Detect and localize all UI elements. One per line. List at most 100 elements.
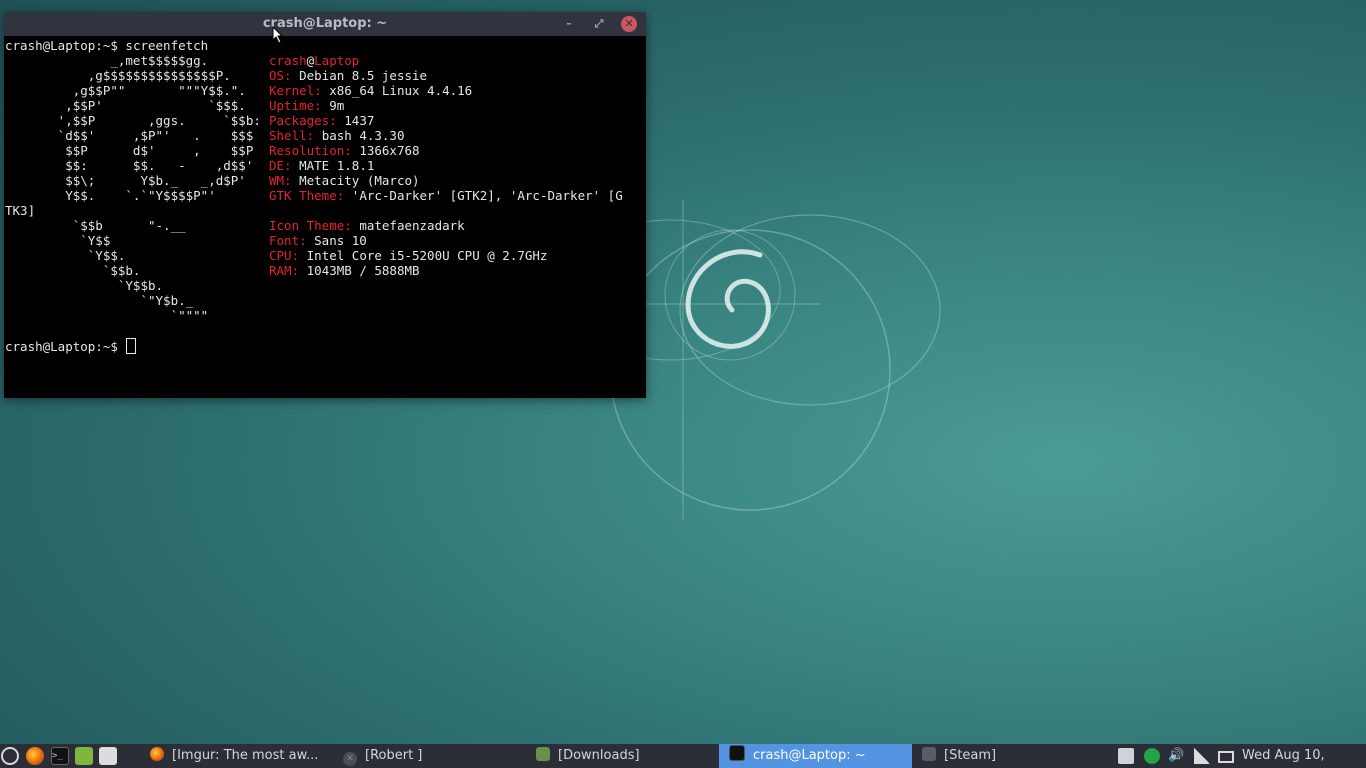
minimize-button[interactable]: –	[561, 16, 577, 32]
logo-line: `$$b.	[5, 263, 141, 278]
firefox-icon	[150, 747, 164, 761]
info-value: Intel Core i5-5200U CPU @ 2.7GHz	[306, 248, 548, 263]
logo-line: $$: $$. - ,d$$'	[5, 158, 254, 173]
info-value: matefaenzadark	[359, 218, 465, 233]
taskbar: >_ [Imgur: The most aw... ✕ [Robert ] [Do…	[0, 744, 1366, 768]
task-label: crash@Laptop: ~	[753, 748, 866, 763]
info-label: Shell:	[269, 128, 322, 143]
info-value: 1043MB / 5888MB	[306, 263, 420, 278]
logo-line: `$$b "-.__	[5, 218, 186, 233]
terminal-window[interactable]: crash@Laptop: ~ – ⤢ ✕ crash@Laptop:~$ sc…	[4, 12, 646, 398]
window-icon	[922, 747, 936, 761]
info-uptime: Uptime: 9m	[269, 98, 344, 113]
logo-line: $$\; Y$b._ _,d$P'	[5, 173, 246, 188]
current-prompt-line[interactable]: crash@Laptop:~$	[5, 338, 137, 354]
logo-line: ,g$$$$$$$$$$$$$$$P.	[5, 68, 231, 83]
prompt: crash@Laptop:~$	[5, 38, 126, 53]
info-value: 9m	[329, 98, 345, 113]
info-label: OS:	[269, 68, 300, 83]
logo-line: ',$$P ,ggs. `$$b:	[5, 113, 261, 128]
info-kernel: Kernel: x86_64 Linux 4.4.16	[269, 83, 472, 98]
logo-line: `"Y$b._	[5, 293, 194, 308]
info-value: Debian 8.5 jessie	[299, 68, 428, 83]
info-label: GTK Theme:	[269, 188, 352, 203]
info-label: Font:	[269, 233, 315, 248]
logo-line: `Y$$.	[5, 248, 126, 263]
menu-icon[interactable]	[1, 747, 19, 765]
desktop[interactable]: crash@Laptop: ~ – ⤢ ✕ crash@Laptop:~$ sc…	[0, 0, 1366, 768]
terminal-body[interactable]: crash@Laptop:~$ screenfetch _,met$$$$$gg…	[4, 38, 646, 398]
file-manager-launcher-icon[interactable]	[99, 747, 117, 765]
info-de: DE: MATE 1.8.1	[269, 158, 374, 173]
clock[interactable]: Wed Aug 10, 11:47	[1242, 744, 1366, 768]
info-value: bash 4.3.30	[321, 128, 405, 143]
info-shell: Shell: bash 4.3.30	[269, 128, 404, 143]
prompt: crash@Laptop:~$	[5, 339, 126, 354]
signal-icon[interactable]	[1194, 748, 1210, 764]
info-label: Packages:	[269, 113, 345, 128]
command: screenfetch	[125, 38, 209, 53]
info-label: Resolution:	[269, 143, 360, 158]
maximize-button[interactable]: ⤢	[591, 16, 607, 32]
info-resolution: Resolution: 1366x768	[269, 143, 420, 158]
info-value: Sans 10	[314, 233, 367, 248]
logo-line: Y$$. `.`"Y$$$$P"'	[5, 188, 216, 203]
info-cpu: CPU: Intel Core i5-5200U CPU @ 2.7GHz	[269, 248, 547, 263]
folder-icon	[536, 747, 550, 761]
user-host: crash@Laptop	[269, 53, 359, 68]
volume-icon[interactable]: 🔊	[1168, 748, 1184, 764]
chat-icon: ✕	[343, 752, 357, 766]
task-label: [Robert ]	[365, 748, 423, 763]
info-ram: RAM: 1043MB / 5888MB	[269, 263, 420, 278]
logo-line: _,met$$$$$gg.	[5, 53, 209, 68]
battery-icon[interactable]	[1218, 751, 1234, 763]
info-icon-theme: Icon Theme: matefaenzadark	[269, 218, 465, 233]
info-label: DE:	[269, 158, 300, 173]
task-imgur[interactable]: [Imgur: The most aw...	[140, 744, 340, 768]
info-os: OS: Debian 8.5 jessie	[269, 68, 427, 83]
firefox-launcher-icon[interactable]	[26, 747, 44, 765]
info-value: 'Arc-Darker' [GTK2], 'Arc-Darker' [G	[351, 188, 623, 203]
logo-line: ,$$P' `$$$.	[5, 98, 246, 113]
info-label: Uptime:	[269, 98, 330, 113]
info-label: Icon Theme:	[269, 218, 360, 233]
info-value: MATE 1.8.1	[299, 158, 375, 173]
task-label: [Imgur: The most aw...	[172, 748, 319, 763]
logo-line: `d$$' ,$P"' . $$$	[5, 128, 254, 143]
terminal-launcher-icon[interactable]: >_	[51, 747, 69, 765]
task-downloads[interactable]: [Downloads]	[526, 744, 726, 768]
info-label: CPU:	[269, 248, 307, 263]
task-label: [Downloads]	[558, 748, 640, 763]
info-gtk-theme: GTK Theme: 'Arc-Darker' [GTK2], 'Arc-Dar…	[269, 188, 623, 203]
task-robert[interactable]: ✕ [Robert ]	[333, 744, 533, 768]
logo-line: TK3]	[5, 203, 36, 218]
hostname: Laptop	[314, 53, 360, 68]
system-monitor-launcher-icon[interactable]	[75, 747, 93, 765]
logo-line: `Y$$	[5, 233, 111, 248]
text-cursor	[126, 338, 137, 354]
bluetooth-icon[interactable]	[1144, 748, 1160, 764]
info-label: RAM:	[269, 263, 307, 278]
info-label: Kernel:	[269, 83, 330, 98]
info-label: WM:	[269, 173, 300, 188]
logo-line: `Y$$b.	[5, 278, 164, 293]
info-value: Metacity (Marco)	[299, 173, 420, 188]
logo-line: ,g$$P"" """Y$$.".	[5, 83, 246, 98]
network-icon[interactable]	[1118, 748, 1134, 764]
close-button[interactable]: ✕	[621, 16, 637, 32]
logo-line: $$P d$' , $$P	[5, 143, 254, 158]
info-value: 1366x768	[359, 143, 420, 158]
terminal-icon	[729, 745, 745, 761]
task-label: [Steam]	[944, 748, 997, 763]
info-value: x86_64 Linux 4.4.16	[329, 83, 473, 98]
window-titlebar[interactable]: crash@Laptop: ~ – ⤢ ✕	[4, 12, 646, 36]
info-packages: Packages: 1437	[269, 113, 374, 128]
info-wm: WM: Metacity (Marco)	[269, 173, 420, 188]
logo-line: `""""	[5, 308, 209, 323]
info-value: 1437	[344, 113, 375, 128]
mouse-pointer-icon	[272, 26, 284, 44]
task-terminal[interactable]: crash@Laptop: ~	[719, 744, 912, 768]
info-font: Font: Sans 10	[269, 233, 367, 248]
command-line: crash@Laptop:~$ screenfetch	[5, 38, 208, 53]
task-steam[interactable]: [Steam]	[912, 744, 1112, 768]
